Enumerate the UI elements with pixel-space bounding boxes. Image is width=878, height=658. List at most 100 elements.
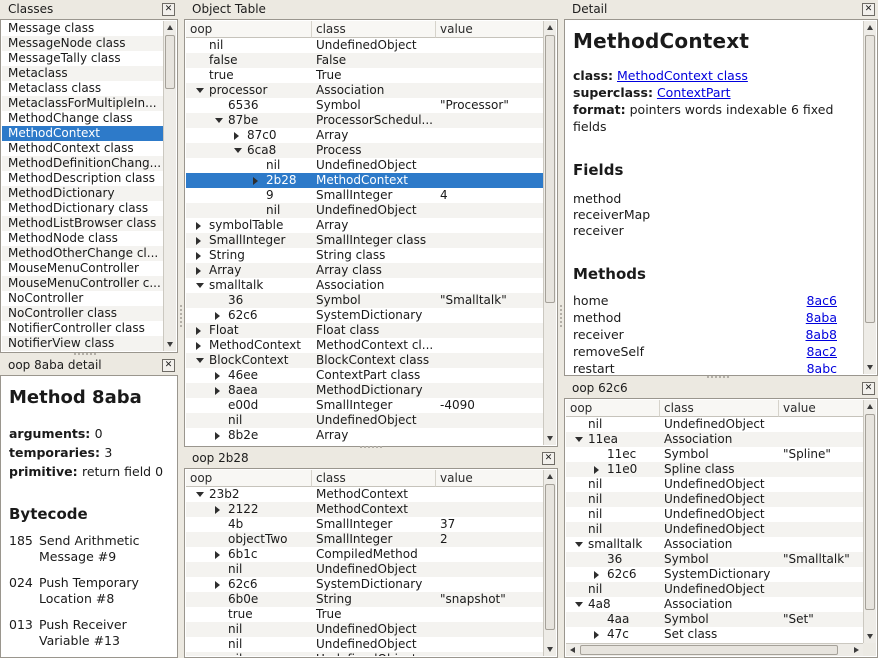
close-icon[interactable]: ✕ bbox=[162, 3, 175, 16]
splitter-handle[interactable] bbox=[707, 376, 729, 378]
class-list-item[interactable]: Metaclass class bbox=[2, 81, 163, 96]
scroll-down-icon[interactable] bbox=[544, 432, 556, 445]
tree-collapse-icon[interactable] bbox=[575, 537, 588, 552]
scrollbar-thumb[interactable] bbox=[165, 35, 175, 89]
close-icon[interactable]: ✕ bbox=[542, 452, 555, 465]
scrollbar-thumb[interactable] bbox=[545, 35, 555, 303]
table-row[interactable]: 36 Symbol "Smalltalk" bbox=[566, 552, 863, 567]
scroll-up-icon[interactable] bbox=[544, 470, 556, 483]
tree-collapse-icon[interactable] bbox=[196, 353, 209, 368]
tree-expand-icon[interactable] bbox=[196, 263, 209, 278]
splitter-handle[interactable] bbox=[74, 353, 96, 355]
class-list-item[interactable]: MetaclassForMultipleIn... bbox=[2, 96, 163, 111]
table-row[interactable]: processor Association bbox=[186, 83, 543, 98]
tree-expand-icon[interactable] bbox=[215, 547, 228, 562]
oop-link[interactable]: 8abc bbox=[807, 360, 837, 374]
table-row[interactable]: 2b28 MethodContext bbox=[186, 173, 543, 188]
table-row[interactable]: smalltalk Association bbox=[566, 537, 863, 552]
tree-expand-icon[interactable] bbox=[196, 338, 209, 353]
table-row[interactable]: nil UndefinedObject bbox=[566, 417, 863, 432]
scroll-down-icon[interactable] bbox=[864, 630, 876, 643]
column-header-oop[interactable]: oop bbox=[186, 21, 312, 38]
scroll-down-icon[interactable] bbox=[864, 361, 876, 374]
column-header-class[interactable]: class bbox=[312, 21, 436, 38]
table-row[interactable]: 62c6 SystemDictionary bbox=[186, 308, 543, 323]
column-header-value[interactable]: value bbox=[436, 21, 556, 38]
class-list-item[interactable]: MessageNode class bbox=[2, 36, 163, 51]
splitter-handle[interactable] bbox=[360, 446, 382, 448]
column-header-class[interactable]: class bbox=[312, 470, 436, 487]
table-row[interactable]: nil UndefinedObject bbox=[566, 582, 863, 597]
table-row[interactable]: 2122 MethodContext bbox=[186, 502, 543, 517]
horizontal-scrollbar[interactable] bbox=[566, 643, 863, 656]
table-row[interactable]: nil UndefinedObject bbox=[186, 158, 543, 173]
table-row[interactable]: 47c Set class bbox=[566, 627, 863, 642]
close-icon[interactable]: ✕ bbox=[862, 3, 875, 16]
table-row[interactable]: smalltalk Association bbox=[186, 278, 543, 293]
scroll-up-icon[interactable] bbox=[864, 400, 876, 413]
tree-expand-icon[interactable] bbox=[196, 218, 209, 233]
vertical-scrollbar[interactable] bbox=[863, 21, 876, 374]
table-row[interactable]: 11e0 Spline class bbox=[566, 462, 863, 477]
vertical-scrollbar[interactable] bbox=[863, 400, 876, 643]
table-row[interactable]: 8aea MethodDictionary bbox=[186, 383, 543, 398]
table-row[interactable]: objectTwo SmallInteger 2 bbox=[186, 532, 543, 547]
table-row[interactable]: BlockContext BlockContext class bbox=[186, 353, 543, 368]
class-list-item[interactable]: MouseMenuController c... bbox=[2, 276, 163, 291]
close-icon[interactable]: ✕ bbox=[862, 382, 875, 395]
table-row[interactable]: 4a8 Association bbox=[566, 597, 863, 612]
table-row[interactable]: 9 SmallInteger 4 bbox=[186, 188, 543, 203]
column-header-value[interactable]: value bbox=[436, 470, 556, 487]
close-icon[interactable]: ✕ bbox=[162, 359, 175, 372]
table-row[interactable]: nil UndefinedObject bbox=[186, 38, 543, 53]
tree-collapse-icon[interactable] bbox=[234, 143, 247, 158]
table-row[interactable]: Array Array class bbox=[186, 263, 543, 278]
table-row[interactable]: nil UndefinedObject bbox=[566, 477, 863, 492]
tree-collapse-icon[interactable] bbox=[575, 432, 588, 447]
oop-link[interactable]: 8ab8 bbox=[805, 326, 837, 343]
tree-collapse-icon[interactable] bbox=[196, 487, 209, 502]
column-header-oop[interactable]: oop bbox=[186, 470, 312, 487]
table-row[interactable]: nil UndefinedObject bbox=[186, 562, 543, 577]
tree-expand-icon[interactable] bbox=[234, 128, 247, 143]
vertical-scrollbar[interactable] bbox=[163, 21, 176, 351]
class-list-item[interactable]: Metaclass bbox=[2, 66, 163, 81]
tree-expand-icon[interactable] bbox=[215, 308, 228, 323]
tree-expand-icon[interactable] bbox=[196, 323, 209, 338]
tree-collapse-icon[interactable] bbox=[196, 278, 209, 293]
tree-expand-icon[interactable] bbox=[594, 627, 607, 642]
table-row[interactable]: nil UndefinedObject bbox=[186, 652, 543, 656]
vertical-scrollbar[interactable] bbox=[543, 470, 556, 656]
table-row[interactable]: false False bbox=[186, 53, 543, 68]
table-row[interactable]: true True bbox=[186, 68, 543, 83]
table-row[interactable]: nil UndefinedObject bbox=[566, 507, 863, 522]
column-header-oop[interactable]: oop bbox=[566, 400, 660, 417]
class-list-item[interactable]: NoController bbox=[2, 291, 163, 306]
vertical-scrollbar[interactable] bbox=[543, 21, 556, 445]
table-row[interactable]: 62c6 SystemDictionary bbox=[186, 577, 543, 592]
scroll-right-icon[interactable] bbox=[850, 644, 863, 656]
column-header-value[interactable]: value bbox=[779, 400, 876, 417]
table-row[interactable]: 8b2e Array bbox=[186, 428, 543, 443]
scrollbar-thumb[interactable] bbox=[865, 35, 875, 323]
tree-expand-icon[interactable] bbox=[253, 173, 266, 188]
class-list-item[interactable]: MethodOtherChange cl... bbox=[2, 246, 163, 261]
table-row[interactable]: nil UndefinedObject bbox=[186, 203, 543, 218]
tree-expand-icon[interactable] bbox=[196, 233, 209, 248]
table-row[interactable]: 4b SmallInteger 37 bbox=[186, 517, 543, 532]
oop-link[interactable]: 8aba bbox=[806, 309, 837, 326]
table-row[interactable]: 6b0e String "snapshot" bbox=[186, 592, 543, 607]
tree-collapse-icon[interactable] bbox=[575, 597, 588, 612]
table-row[interactable]: nil UndefinedObject bbox=[186, 413, 543, 428]
table-row[interactable]: SmallInteger SmallInteger class bbox=[186, 233, 543, 248]
table-row[interactable]: 23b2 MethodContext bbox=[186, 487, 543, 502]
table-row[interactable]: nil UndefinedObject bbox=[566, 492, 863, 507]
table-row[interactable]: Float Float class bbox=[186, 323, 543, 338]
table-row[interactable]: 46ee ContextPart class bbox=[186, 368, 543, 383]
table-row[interactable]: String String class bbox=[186, 248, 543, 263]
tree-expand-icon[interactable] bbox=[215, 577, 228, 592]
scroll-down-icon[interactable] bbox=[544, 643, 556, 656]
class-list-item[interactable]: MethodDictionary class bbox=[2, 201, 163, 216]
table-row[interactable]: 11ec Symbol "Spline" bbox=[566, 447, 863, 462]
table-row[interactable]: 6536 Symbol "Processor" bbox=[186, 98, 543, 113]
